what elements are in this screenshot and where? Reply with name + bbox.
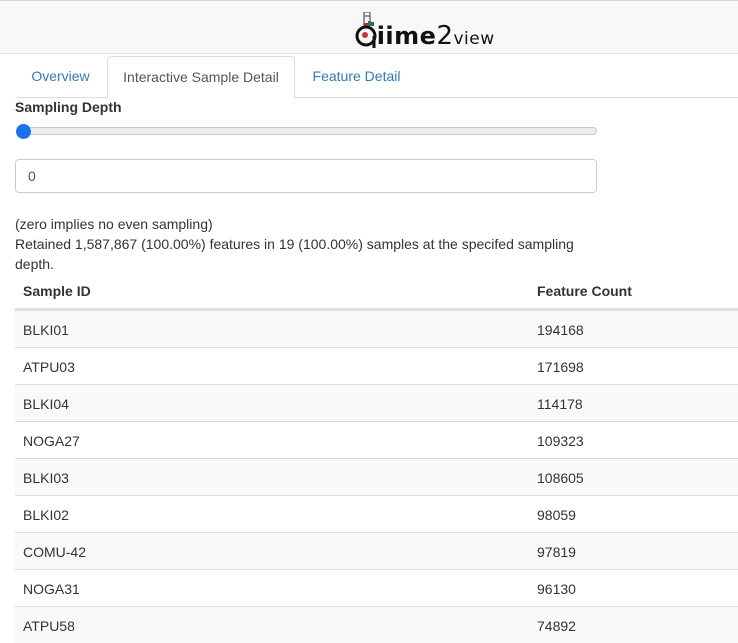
table-row: ATPU03 171698 [15,347,738,384]
sample-id-cell: BLKI04 [23,396,69,412]
column-header-feature-count[interactable]: Feature Count [537,283,632,299]
sample-id-cell: BLKI01 [23,322,69,338]
sampling-depth-slider-track[interactable] [21,127,597,135]
sample-id-cell: NOGA31 [23,581,80,597]
table-row: NOGA31 96130 [15,569,738,606]
header-bar: qiime2view [0,0,738,54]
feature-count-cell: 171698 [537,359,584,375]
brand-suffix: view [453,29,495,49]
table-row: BLKI02 98059 [15,495,738,532]
table-row: ATPU58 74892 [15,606,738,643]
sample-id-cell: COMU-42 [23,544,87,560]
feature-count-cell: 74892 [537,618,576,634]
column-header-sample-id[interactable]: Sample ID [23,283,91,299]
feature-count-cell: 98059 [537,507,576,523]
table-row: BLKI01 194168 [15,310,738,347]
tab-interactive-sample-detail[interactable]: Interactive Sample Detail [107,56,295,99]
sampling-note: (zero implies no even sampling) Retained… [15,214,590,274]
table-row: NOGA27 109323 [15,421,738,458]
table-body: BLKI01 194168 ATPU03 171698 BLKI04 11417… [15,310,738,643]
brand-two: 2 [436,21,454,51]
sample-id-cell: ATPU03 [23,359,75,375]
sample-table: Sample ID Feature Count BLKI01 194168 AT… [15,273,738,643]
feature-count-cell: 97819 [537,544,576,560]
sampling-depth-slider-thumb[interactable] [16,124,31,139]
qiime2-view-logo: qiime2view [354,9,494,51]
sampling-depth-input[interactable] [15,159,597,193]
table-row: COMU-42 97819 [15,532,738,569]
table-header: Sample ID Feature Count [15,273,738,310]
sample-id-cell: NOGA27 [23,433,80,449]
retained-note-text: Retained 1,587,867 (100.00%) features in… [15,236,574,272]
zero-note-text: (zero implies no even sampling) [15,216,213,232]
tab-bar: Overview Interactive Sample Detail Featu… [15,56,738,99]
brand-iime: iime [376,22,437,50]
sample-id-cell: BLKI02 [23,507,69,523]
feature-count-cell: 96130 [537,581,576,597]
tab-overview[interactable]: Overview [15,56,106,98]
tab-feature-detail[interactable]: Feature Detail [296,56,417,98]
brand-wordmark: qiime2view [359,21,495,51]
sample-id-cell: ATPU58 [23,618,75,634]
feature-count-cell: 108605 [537,470,584,486]
table-row: BLKI03 108605 [15,458,738,495]
feature-count-cell: 114178 [537,396,583,412]
feature-count-cell: 194168 [537,322,584,338]
sampling-depth-label: Sampling Depth [15,99,122,115]
feature-count-cell: 109323 [537,433,584,449]
sample-id-cell: BLKI03 [23,470,69,486]
table-row: BLKI04 114178 [15,384,738,421]
